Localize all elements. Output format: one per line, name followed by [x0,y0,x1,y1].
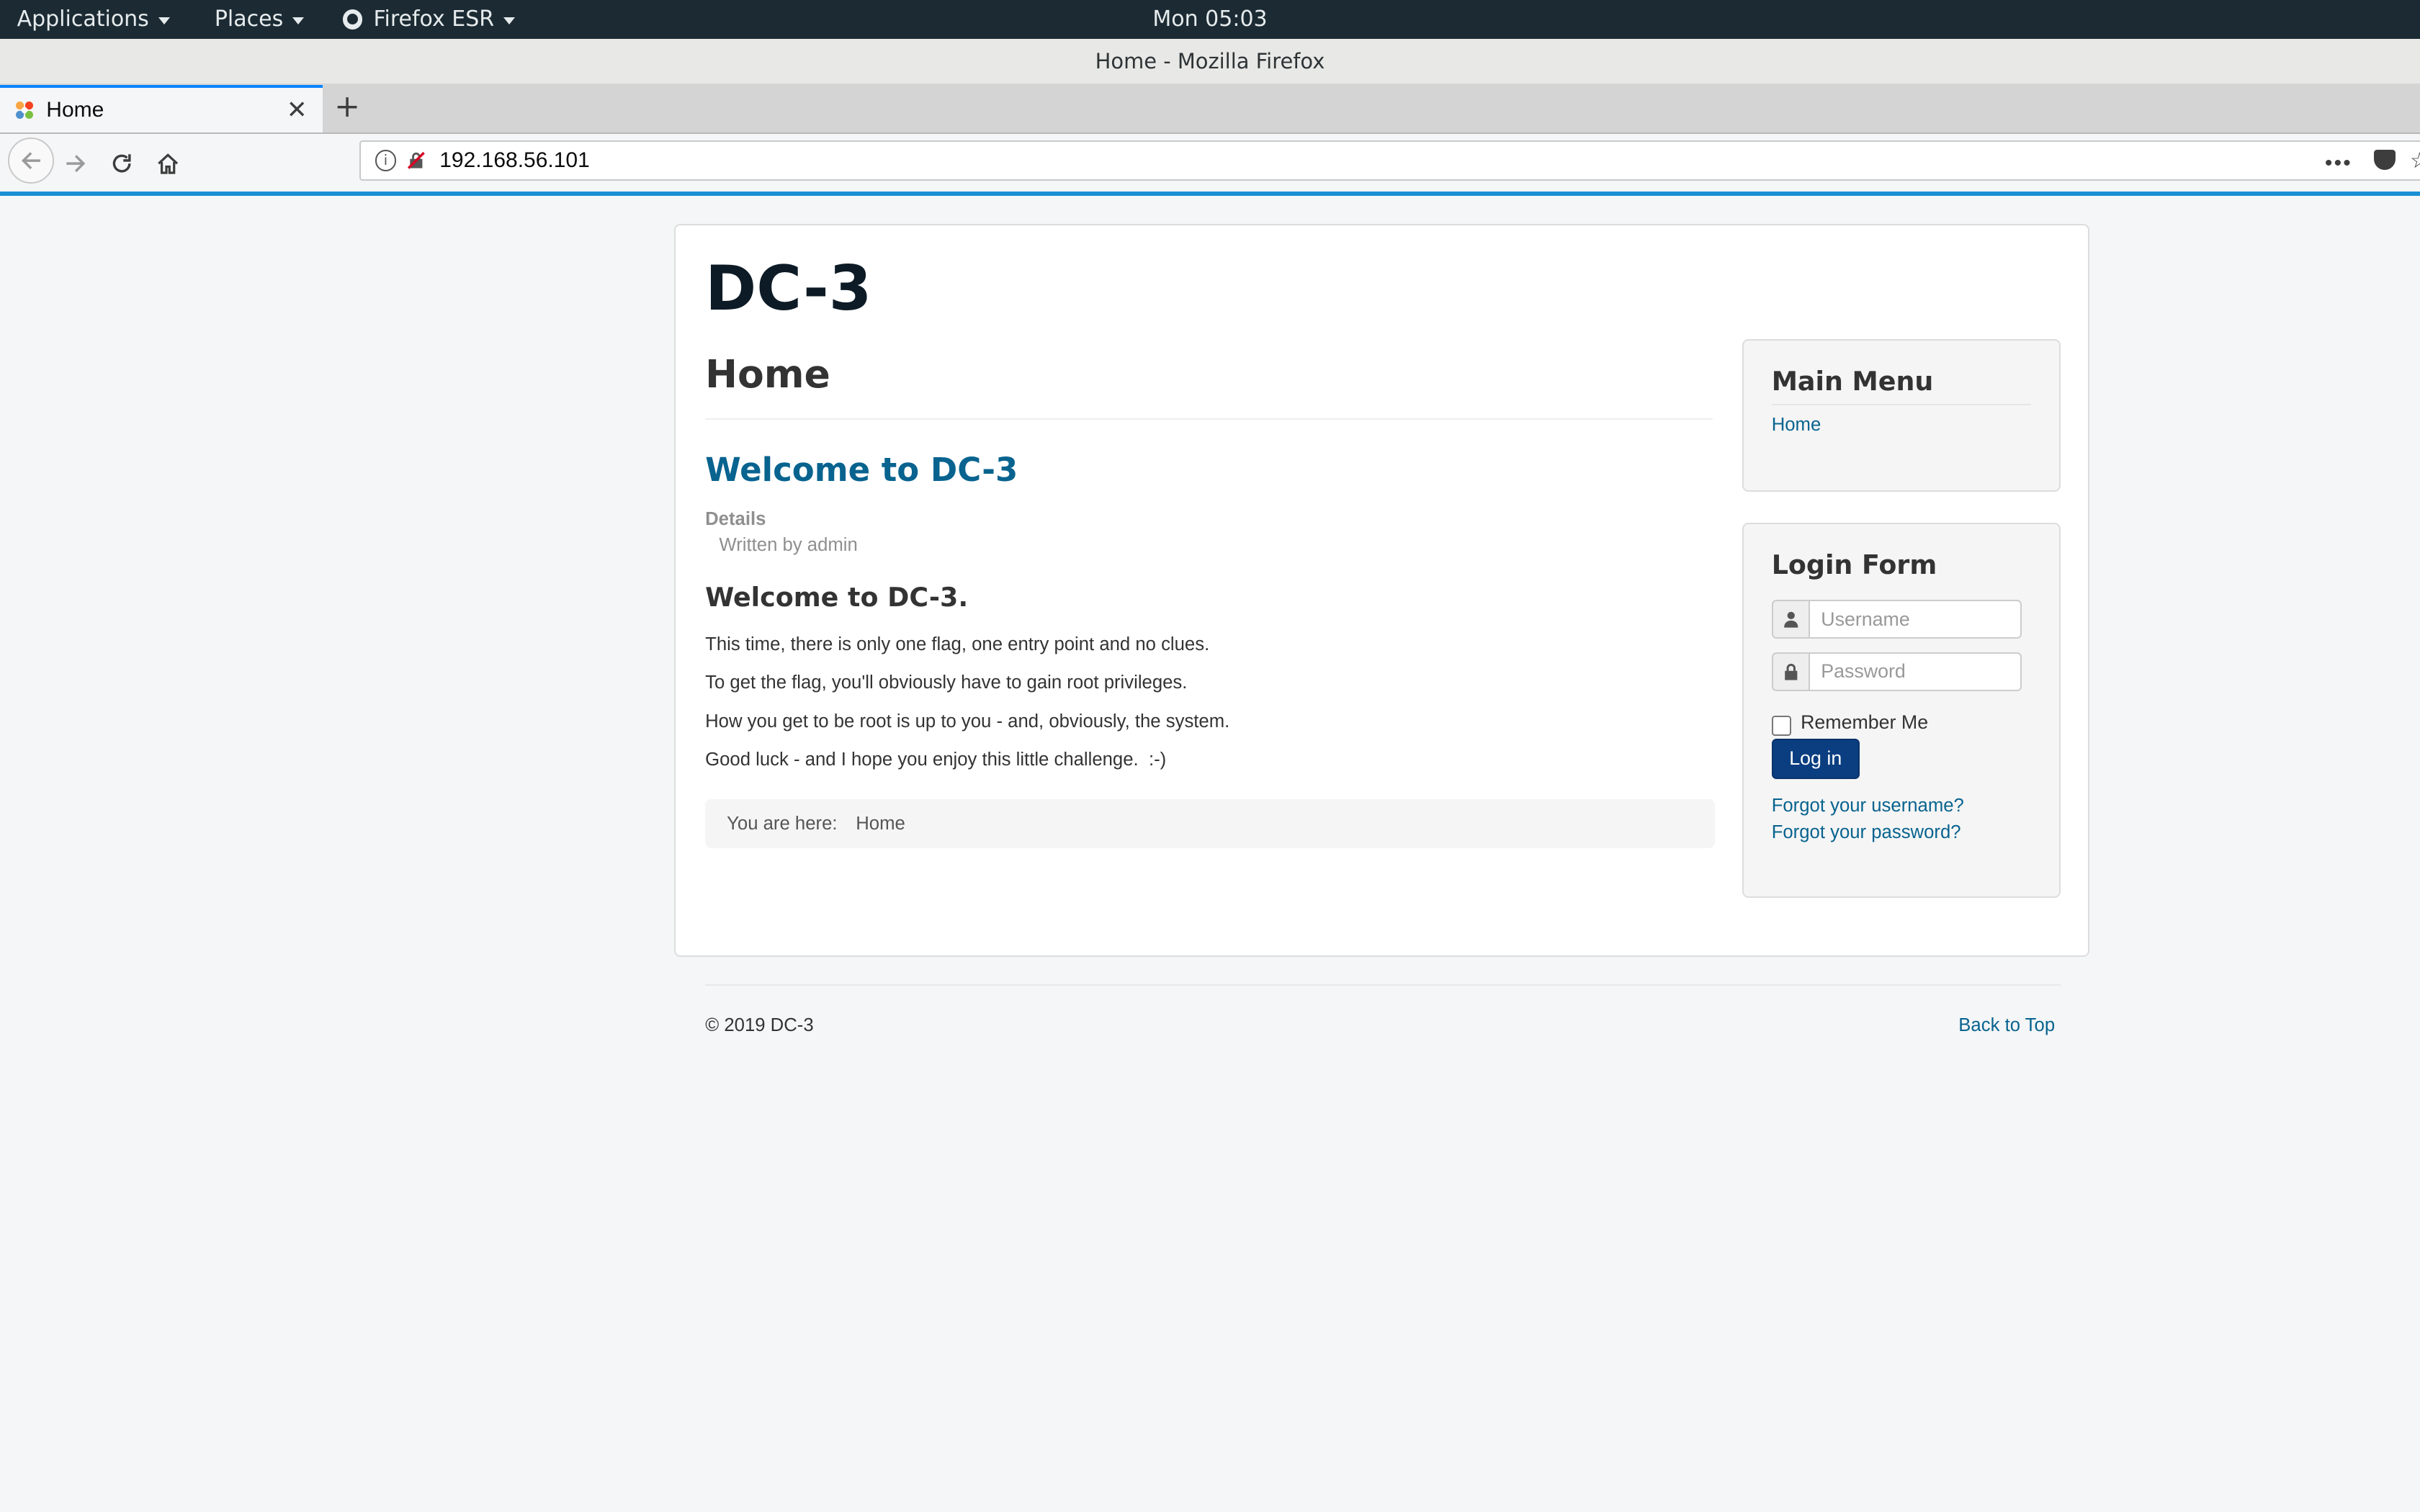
content-container: DC-3 Home Welcome to DC-3 Details Writte… [674,223,2090,957]
main-menu-item-home[interactable]: Home [1772,415,1821,436]
user-icon [1771,600,1811,639]
applications-menu[interactable]: Applications [17,6,170,32]
article-paragraph: How you get to be root is up to you - an… [705,711,1230,732]
divider [705,418,1713,420]
tab-label: Home [46,98,104,122]
chevron-down-icon [292,17,305,24]
breadcrumb: You are here: Home [705,798,1715,849]
clock[interactable]: Mon 05:03 [1152,6,1267,32]
back-button[interactable] [7,137,54,184]
gnome-top-bar: Applications Places Firefox ESR Mon 05:0… [0,0,2420,39]
window-title: Home - Mozilla Firefox [1095,48,1325,73]
divider [1771,404,2031,406]
places-menu[interactable]: Places [214,6,305,32]
home-icon [158,153,179,174]
login-form-module: Login Form Remember Me Log in Forgot you… [1742,523,2061,898]
pocket-icon[interactable] [2373,149,2396,170]
forgot-username-link[interactable]: Forgot your username? [1772,796,1964,816]
reload-button[interactable] [102,143,142,184]
page-actions-icon[interactable]: ••• [2325,151,2352,176]
url-text: 192.168.56.101 [439,148,590,172]
chevron-down-icon [503,17,515,24]
username-input[interactable] [1810,600,2022,639]
insecure-lock-icon[interactable] [407,151,426,170]
remember-me-label: Remember Me [1801,711,1929,733]
login-button[interactable]: Log in [1771,739,1860,779]
info-icon[interactable]: i [375,149,397,171]
new-tab-button[interactable]: + [332,88,363,127]
tab-home[interactable]: Home ✕ [0,84,323,133]
footer-copyright: © 2019 DC-3 [705,1015,814,1035]
reload-icon [112,154,131,173]
site-brand[interactable]: DC-3 [705,253,871,325]
chevron-down-icon [158,17,170,24]
article-paragraph: This time, there is only one flag, one e… [705,634,1210,654]
footer-divider [705,984,2061,986]
joomla-icon [14,99,35,121]
tab-strip: Home ✕ + [0,84,2420,135]
arrow-left-icon [21,151,40,169]
firefox-icon [342,9,363,30]
back-to-top-link[interactable]: Back to Top [1958,1015,2055,1036]
password-group [1771,652,2023,691]
breadcrumb-label: You are here: [727,813,838,834]
article-details-label: Details [705,508,766,529]
arrow-right-icon [66,155,86,173]
firefox-esr-menu-label: Firefox ESR [373,6,495,32]
username-group [1771,600,2023,639]
main-menu-title: Main Menu [1771,365,1934,397]
places-menu-label: Places [214,6,284,32]
login-form-title: Login Form [1771,549,1937,580]
forward-button[interactable] [55,143,96,184]
home-button[interactable] [148,143,189,184]
url-bar[interactable]: i 192.168.56.101 ••• ☆ [359,140,2420,181]
password-input[interactable] [1810,652,2022,691]
article-paragraph: To get the flag, you'll obviously have t… [705,672,1188,693]
close-icon[interactable]: ✕ [287,96,308,125]
article-author: Written by admin [719,535,858,556]
lock-icon [1771,652,1811,691]
remember-me[interactable]: Remember Me [1771,709,1929,736]
forgot-password-link[interactable]: Forgot your password? [1772,822,1961,843]
firefox-esr-menu[interactable]: Firefox ESR [342,6,515,32]
applications-menu-label: Applications [17,6,149,32]
article-paragraph: Good luck - and I hope you enjoy this li… [705,750,1167,770]
remember-me-checkbox[interactable] [1771,715,1792,736]
main-menu-module: Main Menu Home [1742,339,2061,492]
page-title: Home [705,351,830,397]
window-titlebar[interactable]: Home - Mozilla Firefox [0,38,2420,85]
article-title-link[interactable]: Welcome to DC-3 [705,451,1018,489]
article-heading: Welcome to DC-3. [705,581,969,613]
bookmark-star-icon[interactable]: ☆ [2410,148,2420,174]
navigation-toolbar: i 192.168.56.101 ••• ☆ [0,134,2420,196]
breadcrumb-item-home: Home [856,813,905,834]
